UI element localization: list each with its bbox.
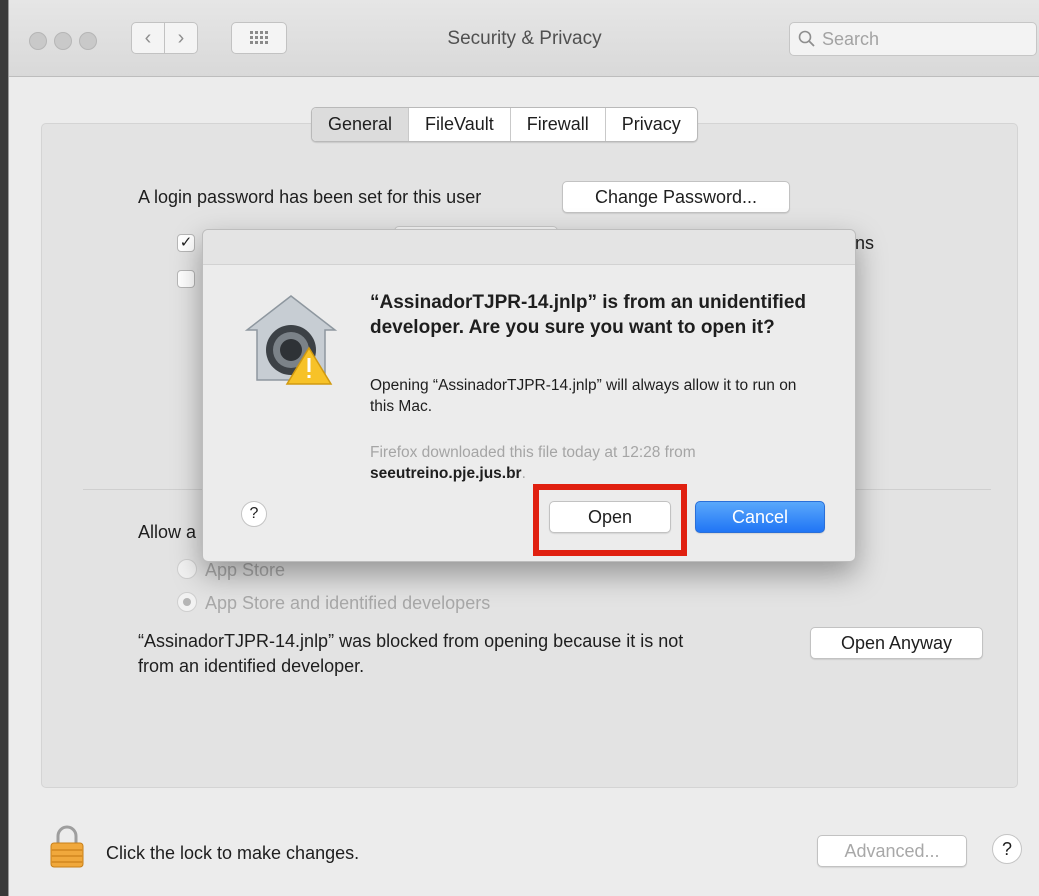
dialog-heading: “AssinadorTJPR-14.jnlp” is from an unide… bbox=[370, 292, 806, 338]
title-bar: ‹ › Security & Privacy bbox=[9, 0, 1039, 77]
search-icon bbox=[798, 30, 815, 47]
advanced-button[interactable]: Advanced... bbox=[817, 835, 967, 867]
change-password-button[interactable]: Change Password... bbox=[562, 181, 790, 213]
open-anyway-button[interactable]: Open Anyway bbox=[810, 627, 983, 659]
blocked-message-line2: from an identified developer. bbox=[138, 656, 365, 676]
dialog-header-strip bbox=[203, 230, 855, 265]
dialog-source-end: . bbox=[521, 465, 526, 482]
tab-general[interactable]: General bbox=[312, 108, 409, 141]
dialog-body: Opening “AssinadorTJPR-14.jnlp” will alw… bbox=[370, 377, 797, 415]
dialog-source-text: Firefox downloaded this file today at 12… bbox=[370, 444, 696, 461]
cancel-button[interactable]: Cancel bbox=[695, 501, 825, 533]
blocked-message-line1: “AssinadorTJPR-14.jnlp” was blocked from… bbox=[138, 631, 684, 651]
tab-privacy[interactable]: Privacy bbox=[604, 108, 697, 141]
dialog-help-button[interactable]: ? bbox=[241, 501, 267, 527]
help-button[interactable]: ? bbox=[992, 834, 1022, 864]
gatekeeper-warning-icon bbox=[244, 295, 338, 385]
search-input[interactable] bbox=[820, 27, 1024, 51]
allow-apps-label: Allow a bbox=[138, 522, 197, 542]
lock-icon[interactable] bbox=[49, 824, 85, 868]
message-checkbox[interactable] bbox=[177, 270, 195, 288]
open-button[interactable]: Open bbox=[549, 501, 671, 533]
radio-app-store-label: App Store bbox=[205, 560, 286, 580]
radio-identified-developers[interactable] bbox=[177, 592, 197, 612]
question-icon: ? bbox=[249, 505, 259, 522]
require-password-checkbox[interactable]: ✓ bbox=[177, 234, 195, 252]
dialog-source-domain: seeutreino.pje.jus.br bbox=[370, 465, 522, 482]
lock-message: Click the lock to make changes. bbox=[106, 843, 360, 863]
radio-identified-label: App Store and identified developers bbox=[205, 593, 491, 613]
tab-filevault[interactable]: FileVault bbox=[408, 108, 510, 141]
radio-app-store[interactable] bbox=[177, 559, 197, 579]
tab-firewall[interactable]: Firewall bbox=[509, 108, 605, 141]
search-field[interactable] bbox=[789, 22, 1037, 56]
checkbox-label-fragment: ns bbox=[855, 233, 875, 253]
tab-bar: General FileVault Firewall Privacy bbox=[311, 107, 698, 142]
gatekeeper-dialog: “AssinadorTJPR-14.jnlp” is from an unide… bbox=[202, 229, 856, 562]
login-password-text: A login password has been set for this u… bbox=[138, 187, 482, 207]
question-icon: ? bbox=[1001, 838, 1012, 859]
dialog-source-info: Firefox downloaded this file today at 12… bbox=[370, 442, 810, 484]
